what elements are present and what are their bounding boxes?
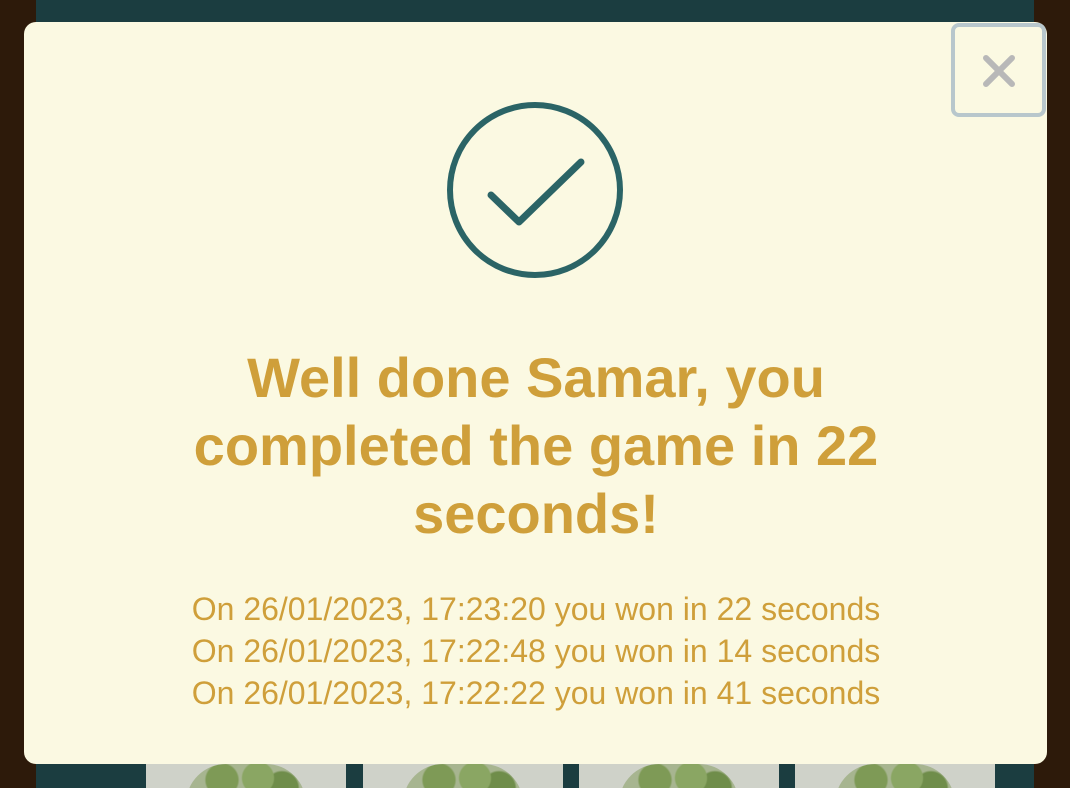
tree-image [403,764,523,788]
tree-image [619,764,739,788]
memory-card[interactable] [146,762,346,788]
memory-card[interactable] [795,762,995,788]
win-history: On 26/01/2023, 17:23:20 you won in 22 se… [124,588,948,714]
history-entry: On 26/01/2023, 17:22:22 you won in 41 se… [191,675,881,711]
close-icon [983,55,1015,87]
close-button[interactable] [951,23,1046,117]
checkmark-circle-icon [447,102,623,278]
history-entry: On 26/01/2023, 17:23:20 you won in 22 se… [191,591,881,627]
win-message: Well done Samar, you completed the game … [193,346,879,545]
memory-card[interactable] [363,762,563,788]
history-entry: On 26/01/2023, 17:22:48 you won in 14 se… [191,633,881,669]
tree-image [186,764,306,788]
tree-image [835,764,955,788]
memory-card[interactable] [579,762,779,788]
win-modal: Well done Samar, you completed the game … [24,22,1047,764]
